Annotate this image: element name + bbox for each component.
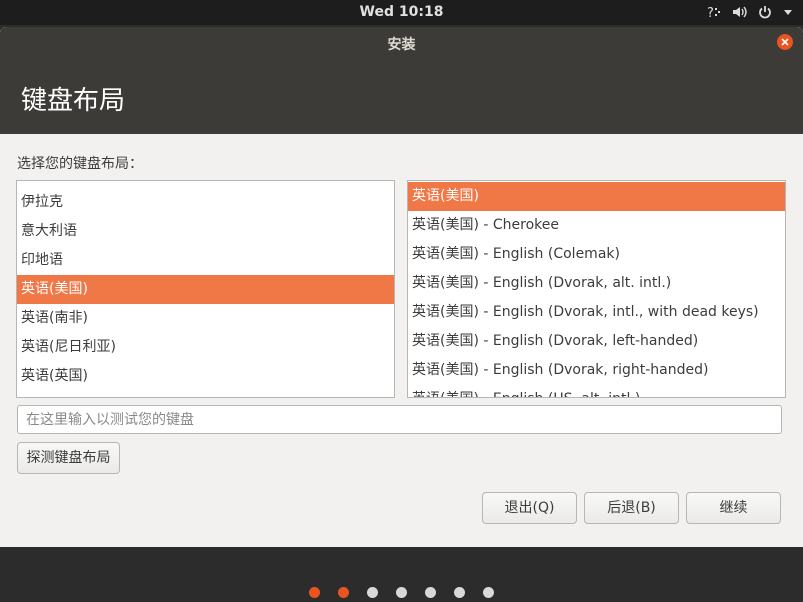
variant-list-item[interactable]: 英语(美国) - English (US, alt. intl.) [408, 385, 785, 397]
volume-icon[interactable] [731, 4, 747, 20]
progress-dot [309, 587, 320, 598]
detect-layout-button[interactable]: 探测键盘布局 [17, 442, 120, 474]
keyboard-variant-list[interactable]: 英语(美国) 英语(美国) - Cherokee 英语(美国) - English … [407, 180, 786, 398]
power-icon[interactable] [757, 4, 773, 20]
progress-dots [0, 585, 803, 599]
page-header: 键盘布局 [0, 58, 803, 134]
svg-text:?: ? [707, 6, 714, 20]
back-button[interactable]: 后退(B) [584, 492, 679, 524]
window-title: 安装 [387, 37, 416, 53]
close-icon [781, 38, 789, 46]
progress-dot [454, 587, 465, 598]
keyboard-layout-list[interactable]: 伊拉克 意大利语 印地语 英语(美国) 英语(南非) 英语(尼日利亚) 英语(英国) [16, 180, 395, 398]
accessibility-icon[interactable]: ? [705, 4, 721, 20]
top-panel: Wed 10:18 ? [0, 0, 803, 25]
variant-list-item[interactable]: 英语(美国) - English (Dvorak, intl., with de… [408, 298, 785, 327]
progress-dot [483, 587, 494, 598]
system-tray[interactable]: ? [705, 3, 793, 21]
variant-list-item[interactable]: 英语(美国) [408, 182, 785, 211]
continue-button[interactable]: 继续 [686, 492, 781, 524]
chevron-down-icon[interactable] [783, 7, 793, 17]
close-button[interactable] [777, 34, 793, 50]
layout-list-item[interactable]: 英语(英国) [17, 362, 394, 391]
layout-list-item[interactable]: 英语(南非) [17, 304, 394, 333]
variant-list-item[interactable]: 英语(美国) - English (Dvorak, right-handed) [408, 356, 785, 385]
keyboard-test-input[interactable] [17, 405, 782, 434]
layout-list-item[interactable]: 伊拉克 [17, 188, 394, 217]
page-title: 键盘布局 [21, 86, 126, 116]
layout-prompt: 选择您的键盘布局： [17, 156, 143, 172]
variant-list-item[interactable]: 英语(美国) - English (Dvorak, left-handed) [408, 327, 785, 356]
clock[interactable]: Wed 10:18 [0, 4, 803, 20]
progress-dot [338, 587, 349, 598]
progress-dot [396, 587, 407, 598]
window-titlebar[interactable]: 安装 [0, 27, 803, 58]
layout-list-item[interactable]: 印地语 [17, 246, 394, 275]
layout-list-item[interactable]: 意大利语 [17, 217, 394, 246]
variant-list-item[interactable]: 英语(美国) - English (Dvorak, alt. intl.) [408, 269, 785, 298]
progress-dot [425, 587, 436, 598]
quit-button[interactable]: 退出(Q) [482, 492, 577, 524]
progress-dot [367, 587, 378, 598]
variant-list-item[interactable]: 英语(美国) - Cherokee [408, 211, 785, 240]
layout-list-item[interactable]: 英语(美国) [17, 275, 394, 304]
variant-list-item[interactable]: 英语(美国) - English (Colemak) [408, 240, 785, 269]
layout-list-item[interactable]: 英语(尼日利亚) [17, 333, 394, 362]
installer-window: 安装 键盘布局 选择您的键盘布局： 伊拉克 意大利语 印地语 英语(美国) 英语(南非)… [0, 27, 803, 547]
